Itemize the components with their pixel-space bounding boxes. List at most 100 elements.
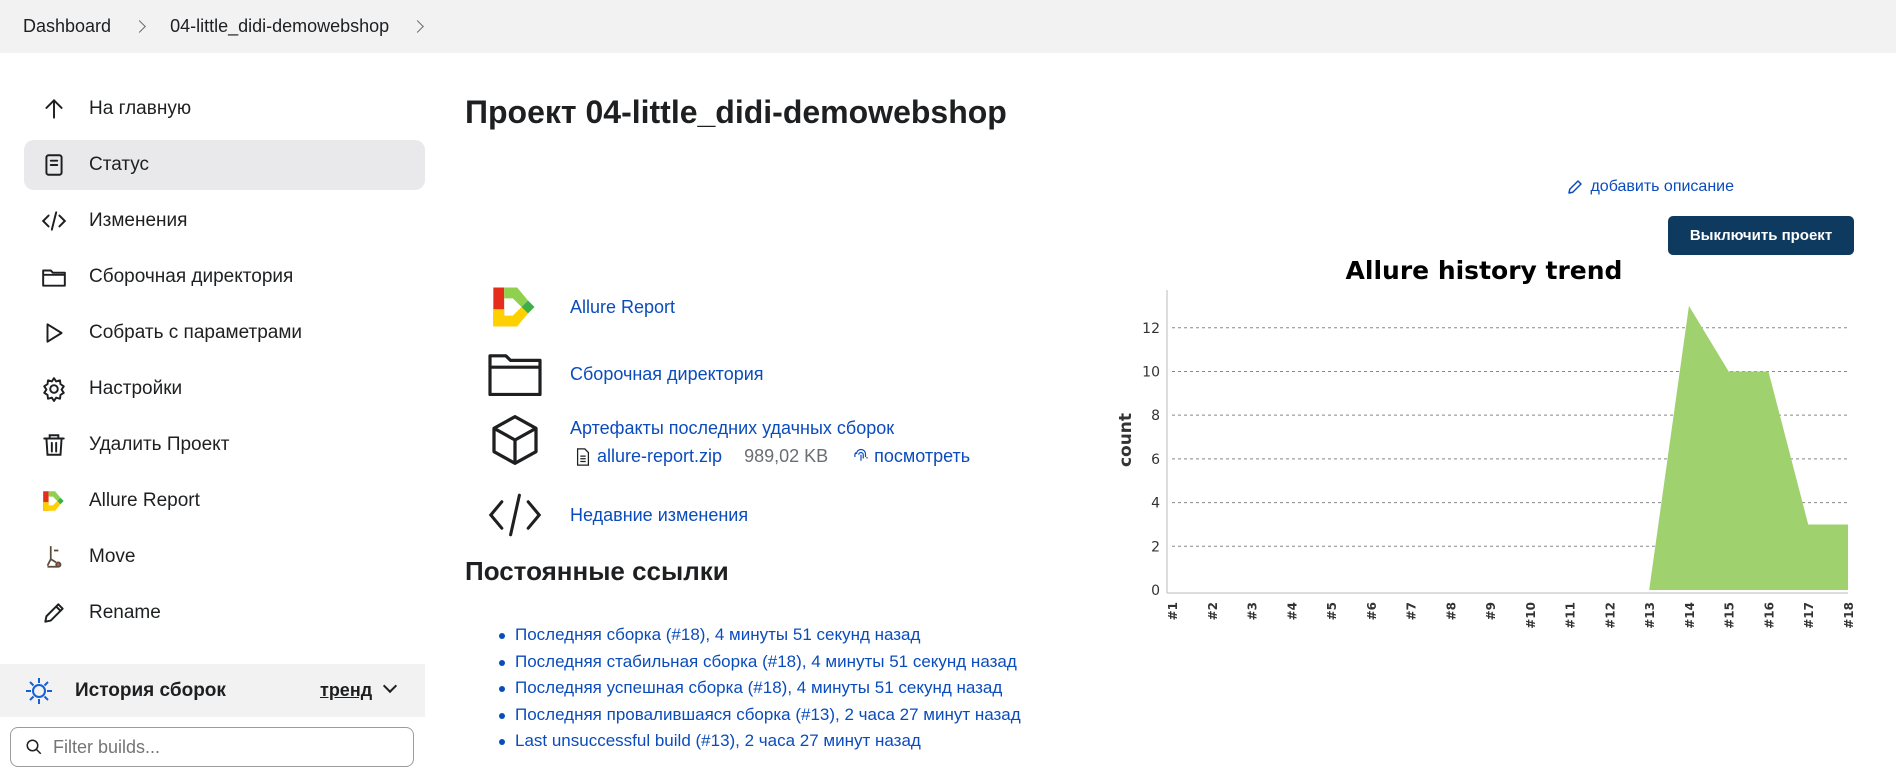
allure-logo-icon <box>41 488 67 514</box>
sidebar-item-move[interactable]: Move <box>24 532 425 582</box>
permalinks-title: Постоянные ссылки <box>465 556 729 586</box>
list-item: Последняя успешная сборка (#18), 4 минут… <box>499 678 1021 705</box>
breadcrumb-project[interactable]: 04-little_didi-demowebshop <box>170 16 389 37</box>
x-tick-label: #5 <box>1325 602 1339 620</box>
chevron-right-icon <box>133 20 146 33</box>
file-icon <box>576 447 590 466</box>
add-description-link[interactable]: добавить описание <box>1566 178 1734 196</box>
build-history-icon <box>26 677 52 704</box>
x-tick-label: #1 <box>1166 602 1180 620</box>
permalink-last-failed[interactable]: Последняя провалившаяся сборка (#13), 2 … <box>515 705 1021 724</box>
permalinks-list: Последняя сборка (#18), 4 минуты 51 секу… <box>499 625 1021 758</box>
sidebar-item-label: Настройки <box>89 378 183 399</box>
sidebar-item-label: Изменения <box>89 210 188 231</box>
code-icon <box>485 488 545 542</box>
sidebar-item-label: На главную <box>89 98 192 119</box>
gear-icon <box>41 376 67 402</box>
allure-report-link[interactable]: Allure Report <box>570 297 675 318</box>
sidebar-item-delete-project[interactable]: Удалить Проект <box>24 420 425 470</box>
sidebar-item-rename[interactable]: Rename <box>24 588 425 638</box>
pencil-icon <box>1568 180 1583 194</box>
x-tick-label: #9 <box>1484 602 1498 620</box>
sidebar-item-build-with-params[interactable]: Собрать с параметрами <box>24 308 425 358</box>
allure-history-trend-chart[interactable]: Allure history trend count 0 2 4 6 8 10 12 #1 #2… <box>1110 250 1870 630</box>
artifact-file-row: allure-report.zip 989,02 KB посмотреть <box>575 446 970 467</box>
filter-builds-input[interactable] <box>53 736 393 758</box>
changes-row: Недавние изменения <box>485 488 748 542</box>
y-tick-label: 10 <box>1142 364 1160 380</box>
filter-builds <box>10 727 414 767</box>
permalink-last-build[interactable]: Последняя сборка (#18), 4 минуты 51 секу… <box>515 625 920 644</box>
chevron-right-icon[interactable] <box>411 20 425 33</box>
list-item: Последняя провалившаяся сборка (#13), 2 … <box>499 705 1021 732</box>
artifact-file-link[interactable]: allure-report.zip <box>597 446 722 467</box>
trash-icon <box>41 432 67 458</box>
allure-logo-icon <box>485 280 545 334</box>
x-tick-label: #4 <box>1285 602 1299 620</box>
y-tick-label: 6 <box>1151 452 1160 468</box>
sidebar-item-label: Удалить Проект <box>89 434 230 455</box>
build-history-label: История сборок <box>75 679 226 701</box>
sidebar: На главную Статус Изменения Сборочная ди… <box>24 84 425 644</box>
y-tick-label: 0 <box>1151 583 1160 599</box>
list-item: Last unsuccessful build (#13), 2 часа 27… <box>499 731 1021 758</box>
document-icon <box>41 152 67 178</box>
sidebar-item-label: Сборочная директория <box>89 266 294 287</box>
sidebar-item-label: Allure Report <box>89 490 200 511</box>
sidebar-item-home[interactable]: На главную <box>24 84 425 134</box>
y-tick-label: 12 <box>1142 321 1160 337</box>
recent-changes-link[interactable]: Недавние изменения <box>570 505 748 526</box>
y-tick-label: 2 <box>1151 539 1160 555</box>
sidebar-item-status[interactable]: Статус <box>24 140 425 190</box>
x-tick-label: #8 <box>1444 602 1458 620</box>
sidebar-item-workspace[interactable]: Сборочная директория <box>24 252 425 302</box>
chart-ylabel: count <box>1116 413 1136 467</box>
sidebar-item-label: Собрать с параметрами <box>89 322 303 343</box>
x-tick-label: #7 <box>1405 602 1419 620</box>
build-history-header: История сборок тренд <box>0 664 425 717</box>
permalink-last-successful[interactable]: Последняя успешная сборка (#18), 4 минут… <box>515 678 1002 697</box>
y-tick-label: 8 <box>1151 408 1160 424</box>
x-tick-label: #13 <box>1643 602 1657 629</box>
series-area <box>1172 305 1848 590</box>
folder-icon <box>41 264 67 290</box>
x-tick-label: #11 <box>1564 602 1578 629</box>
breadcrumb-dashboard[interactable]: Dashboard <box>23 16 111 37</box>
code-icon <box>41 208 67 234</box>
sidebar-item-settings[interactable]: Настройки <box>24 364 425 414</box>
breadcrumb: Dashboard 04-little_didi-demowebshop <box>0 0 1896 53</box>
folder-icon <box>485 347 545 401</box>
sidebar-item-changes[interactable]: Изменения <box>24 196 425 246</box>
permalink-last-unsuccessful[interactable]: Last unsuccessful build (#13), 2 часа 27… <box>515 731 921 750</box>
list-item: Последняя сборка (#18), 4 минуты 51 секу… <box>499 625 1021 652</box>
x-tick-label: #17 <box>1802 602 1816 629</box>
artifacts-link[interactable]: Артефакты последних удачных сборок <box>570 418 894 439</box>
search-icon <box>26 739 42 755</box>
y-tick-label: 4 <box>1151 496 1160 512</box>
play-icon <box>41 320 67 346</box>
x-tick-label: #3 <box>1246 602 1260 620</box>
package-icon <box>485 413 545 467</box>
pencil-icon <box>41 600 67 626</box>
chevron-down-icon[interactable] <box>382 678 398 694</box>
fingerprint-icon <box>854 448 868 461</box>
sidebar-item-label: Rename <box>89 602 161 623</box>
arrow-up-icon <box>41 96 67 122</box>
trend-link[interactable]: тренд <box>320 680 372 701</box>
page-title: Проект 04-little_didi-demowebshop <box>465 94 1007 130</box>
x-tick-label: #15 <box>1723 602 1737 629</box>
x-tick-label: #18 <box>1842 602 1856 629</box>
permalink-last-stable[interactable]: Последняя стабильная сборка (#18), 4 мин… <box>515 652 1017 671</box>
list-item: Последняя стабильная сборка (#18), 4 мин… <box>499 652 1021 679</box>
x-tick-label: #14 <box>1683 602 1697 629</box>
sidebar-item-label: Move <box>89 546 136 567</box>
x-tick-label: #12 <box>1603 602 1617 629</box>
workspace-row: Сборочная директория <box>485 347 764 401</box>
chart-title: Allure history trend <box>1346 256 1623 285</box>
add-description-label: добавить описание <box>1590 178 1734 195</box>
sidebar-item-allure-report[interactable]: Allure Report <box>24 476 425 526</box>
sidebar-item-label: Статус <box>89 154 150 175</box>
artifact-view-link[interactable]: посмотреть <box>874 446 970 467</box>
workspace-link[interactable]: Сборочная директория <box>570 364 764 385</box>
artifact-size: 989,02 KB <box>744 446 829 466</box>
